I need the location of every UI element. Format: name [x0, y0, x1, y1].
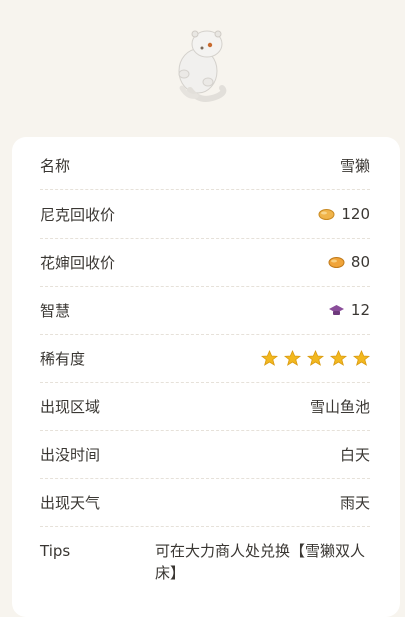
row-time: 出没时间 白天: [40, 442, 370, 466]
tips-text: 可在大力商人处兑换【雪獭双人床】: [155, 542, 366, 582]
info-card: 名称 雪獭 尼克回收价 120 花婶回收价 80 智慧 12 稀有度 出现区域 …: [12, 137, 400, 617]
row-area: 出现区域 雪山鱼池: [40, 394, 370, 418]
row-wisdom: 智慧 12: [40, 298, 370, 322]
star-icon: [329, 350, 348, 366]
row-value: 雪獭: [339, 156, 370, 175]
row-huashen-price: 花婶回收价 80: [40, 250, 370, 274]
graduation-cap-icon: [328, 303, 345, 317]
divider: [40, 382, 370, 383]
price-text: 120: [341, 205, 370, 223]
row-value: 12: [328, 301, 370, 319]
divider: [40, 526, 370, 527]
row-name: 名称 雪獭: [40, 153, 370, 177]
row-label: 智慧: [40, 301, 71, 320]
divider: [40, 286, 370, 287]
star-icon: [283, 350, 302, 366]
row-label: 名称: [40, 156, 71, 175]
row-weather: 出现天气 雨天: [40, 490, 370, 514]
star-icon: [352, 350, 371, 366]
row-label: 出现区域: [40, 397, 101, 416]
row-nick-price: 尼克回收价 120: [40, 202, 370, 226]
row-value: 雨天: [339, 493, 370, 512]
coin-icon: [318, 207, 335, 221]
star-icon: [260, 350, 279, 366]
star-icon: [306, 350, 325, 366]
row-label: 花婶回收价: [40, 253, 116, 272]
row-value: 雪山鱼池: [309, 397, 370, 416]
rarity-stars: [260, 350, 371, 366]
divider: [40, 189, 370, 190]
row-label: 稀有度: [40, 349, 86, 368]
row-label: 出没时间: [40, 445, 101, 464]
row-label: 出现天气: [40, 493, 101, 512]
row-value: 120: [318, 205, 370, 223]
hero-area: [0, 0, 405, 135]
divider: [40, 430, 370, 431]
price-text: 80: [350, 253, 370, 271]
row-value: 白天: [339, 445, 370, 464]
row-rarity: 稀有度: [40, 346, 371, 370]
divider: [40, 478, 370, 479]
row-label: 尼克回收价: [40, 205, 116, 224]
row-value: 80: [328, 253, 370, 271]
divider: [40, 238, 370, 239]
row-label: Tips: [40, 542, 71, 560]
coin-icon: [328, 255, 345, 269]
snow-otter-icon: [170, 24, 232, 106]
divider: [40, 334, 370, 335]
wisdom-text: 12: [350, 301, 370, 319]
